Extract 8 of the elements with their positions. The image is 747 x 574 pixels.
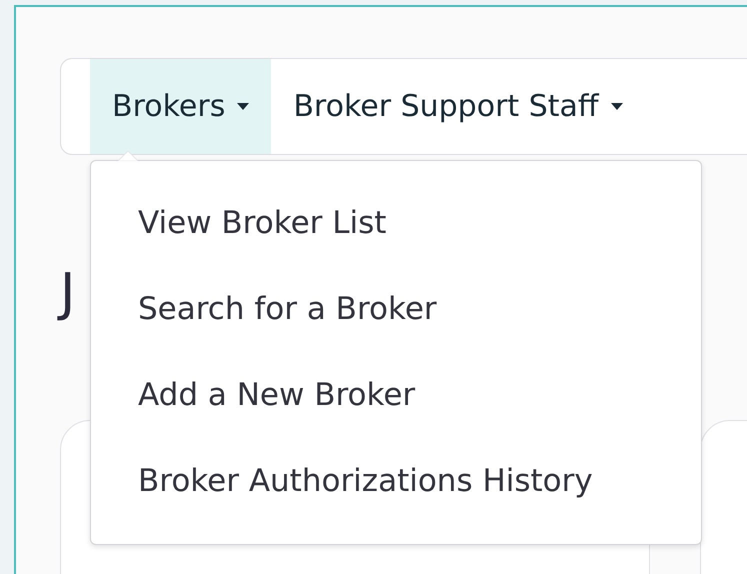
caret-icon (610, 103, 623, 110)
nav-tab[interactable]: Broker Support Staff (271, 59, 645, 154)
caret-icon (237, 103, 250, 110)
menu-item[interactable]: View Broker List (138, 205, 701, 291)
menu-item[interactable]: Add a New Broker (138, 377, 701, 463)
nav-tab[interactable]: Brokers (90, 59, 272, 154)
menu-item[interactable]: Broker Authorizations History (138, 463, 701, 549)
menu-item[interactable]: Search for a Broker (138, 291, 701, 377)
